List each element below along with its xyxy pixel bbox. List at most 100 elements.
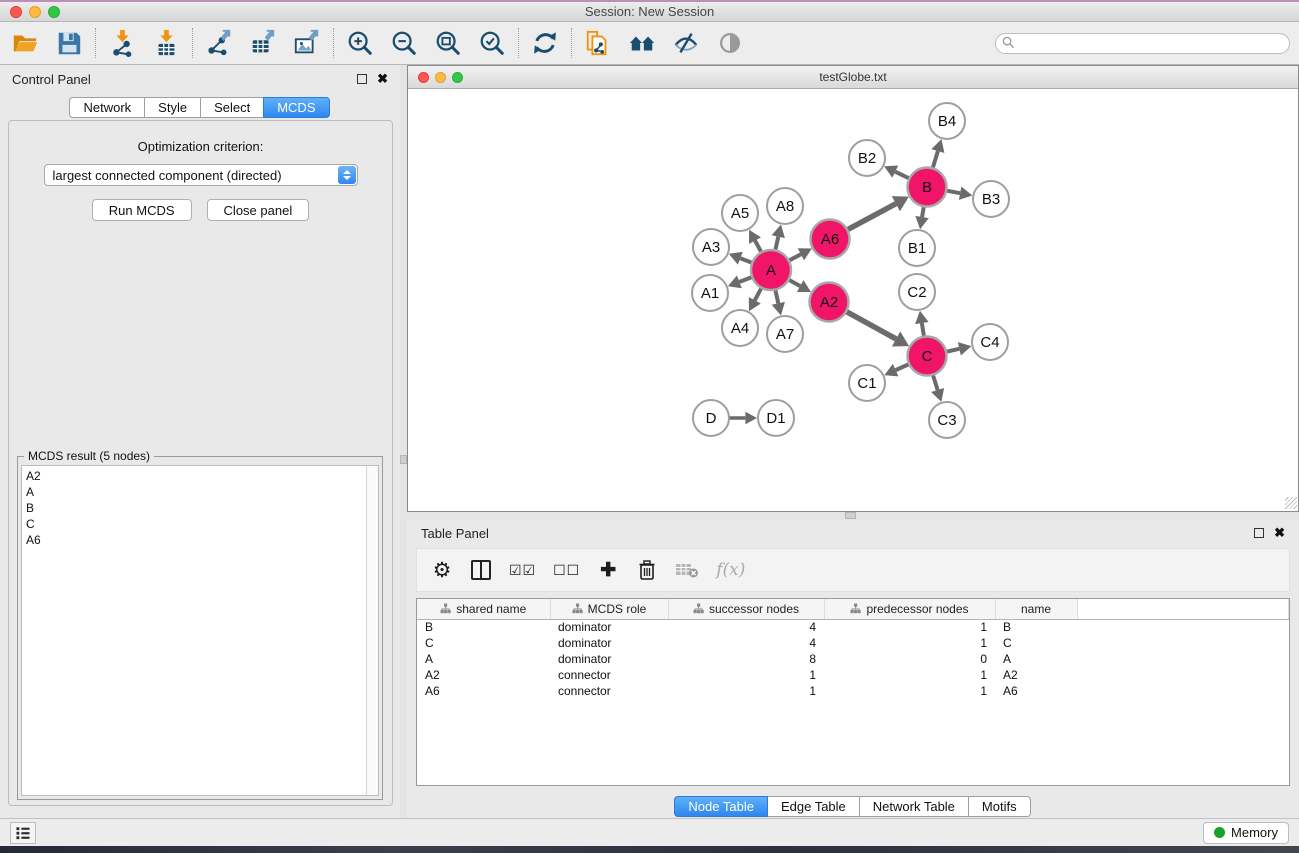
- refresh-button[interactable]: [529, 27, 561, 59]
- column-header-MCDS-role[interactable]: MCDS role: [550, 599, 668, 619]
- minimize-window-button[interactable]: [29, 6, 41, 18]
- tab-network-table[interactable]: Network Table: [859, 796, 969, 817]
- graph-node-A3[interactable]: A3: [693, 229, 729, 265]
- column-header-name[interactable]: name: [995, 599, 1077, 619]
- import-network-button[interactable]: [106, 27, 138, 59]
- show-panel-list-button[interactable]: [10, 822, 36, 844]
- edge-A-A6[interactable]: [789, 254, 801, 260]
- export-image-button[interactable]: [291, 27, 323, 59]
- graph-node-B3[interactable]: B3: [973, 181, 1009, 217]
- column-header-predecessor-nodes[interactable]: predecessor nodes: [824, 599, 995, 619]
- close-panel-icon[interactable]: ✖: [1274, 528, 1285, 538]
- table-cell[interactable]: dominator: [550, 619, 668, 635]
- table-cell[interactable]: 4: [668, 619, 824, 635]
- table-cell[interactable]: A6: [417, 683, 550, 699]
- tab-mcds[interactable]: MCDS: [263, 97, 329, 118]
- resize-grip-icon[interactable]: [1285, 497, 1297, 509]
- network-canvas[interactable]: B4B2BB3A8A5A6A3B1AC2A1A2A4A7C4CC1C3DD1: [408, 89, 1298, 510]
- table-cell[interactable]: 1: [824, 683, 995, 699]
- network-zoom-button[interactable]: [452, 72, 463, 83]
- table-cell[interactable]: dominator: [550, 651, 668, 667]
- edge-C-C3[interactable]: [933, 375, 938, 390]
- graph-node-C1[interactable]: C1: [849, 365, 885, 401]
- graph-node-A[interactable]: A: [751, 250, 791, 290]
- table-cell[interactable]: B: [417, 619, 550, 635]
- edge-A-A5[interactable]: [755, 241, 761, 253]
- edge-A-A3[interactable]: [740, 258, 752, 263]
- edge-A6-B[interactable]: [847, 204, 896, 230]
- result-list-item[interactable]: A2: [22, 468, 366, 484]
- float-panel-icon[interactable]: [1254, 528, 1264, 538]
- memory-button[interactable]: Memory: [1203, 822, 1289, 844]
- edge-A-A4[interactable]: [755, 288, 762, 301]
- tab-edge-table[interactable]: Edge Table: [767, 796, 860, 817]
- table-row[interactable]: A2connector11A2: [417, 667, 1289, 683]
- graph-node-C4[interactable]: C4: [972, 324, 1008, 360]
- edge-A-A8[interactable]: [775, 237, 778, 251]
- result-list-item[interactable]: A: [22, 484, 366, 500]
- home-network-button[interactable]: [626, 27, 658, 59]
- zoom-out-button[interactable]: [388, 27, 420, 59]
- edge-B-B2[interactable]: [895, 172, 909, 179]
- function-builder-button[interactable]: f(x): [716, 557, 745, 583]
- table-cell[interactable]: A2: [417, 667, 550, 683]
- edge-B-B3[interactable]: [946, 191, 960, 194]
- zoom-window-button[interactable]: [48, 6, 60, 18]
- table-row[interactable]: A6connector11A6: [417, 683, 1289, 699]
- delete-table-button[interactable]: [675, 557, 699, 583]
- network-minimize-button[interactable]: [435, 72, 446, 83]
- graph-node-C3[interactable]: C3: [929, 402, 965, 438]
- show-glyphs-button[interactable]: [714, 27, 746, 59]
- table-cell[interactable]: A2: [995, 667, 1077, 683]
- edge-C-C1[interactable]: [896, 364, 910, 370]
- divider-grip[interactable]: [400, 455, 407, 464]
- run-mcds-button[interactable]: Run MCDS: [92, 199, 192, 221]
- float-panel-icon[interactable]: [357, 74, 367, 84]
- graph-node-A7[interactable]: A7: [767, 316, 803, 352]
- open-session-button[interactable]: [9, 27, 41, 59]
- export-network-button[interactable]: [203, 27, 235, 59]
- graph-node-C2[interactable]: C2: [899, 274, 935, 310]
- hide-glyphs-button[interactable]: [670, 27, 702, 59]
- graph-node-A6[interactable]: A6: [811, 220, 850, 259]
- table-cell[interactable]: C: [995, 635, 1077, 651]
- result-list-item[interactable]: B: [22, 500, 366, 516]
- zoom-fit-button[interactable]: [432, 27, 464, 59]
- tab-style[interactable]: Style: [144, 97, 201, 118]
- edge-C-C4[interactable]: [946, 349, 959, 352]
- close-window-button[interactable]: [10, 6, 22, 18]
- column-header-successor-nodes[interactable]: successor nodes: [668, 599, 824, 619]
- delete-column-button[interactable]: [636, 557, 658, 583]
- graph-node-A8[interactable]: A8: [767, 188, 803, 224]
- import-table-button[interactable]: [150, 27, 182, 59]
- table-cell[interactable]: 8: [668, 651, 824, 667]
- table-row[interactable]: Bdominator41B: [417, 619, 1289, 635]
- network-close-button[interactable]: [418, 72, 429, 83]
- edge-A-A1[interactable]: [739, 277, 752, 282]
- create-column-button[interactable]: ✚: [597, 557, 619, 583]
- table-cell[interactable]: dominator: [550, 635, 668, 651]
- graph-node-B[interactable]: B: [908, 168, 947, 207]
- graph-node-B4[interactable]: B4: [929, 103, 965, 139]
- close-panel-icon[interactable]: ✖: [377, 74, 388, 84]
- graph-node-A2[interactable]: A2: [810, 283, 849, 322]
- result-list-scrollbar[interactable]: [366, 466, 378, 795]
- edge-B-B1[interactable]: [922, 206, 924, 217]
- search-input[interactable]: [995, 33, 1290, 54]
- table-cell[interactable]: 1: [824, 619, 995, 635]
- table-row[interactable]: Adominator80A: [417, 651, 1289, 667]
- new-network-from-selection-button[interactable]: [582, 27, 614, 59]
- table-cell[interactable]: C: [417, 635, 550, 651]
- table-cell[interactable]: connector: [550, 683, 668, 699]
- table-cell[interactable]: 4: [668, 635, 824, 651]
- vertical-split-divider[interactable]: [400, 65, 407, 818]
- show-columns-button[interactable]: [470, 557, 492, 583]
- edge-A2-C[interactable]: [846, 311, 896, 339]
- table-cell[interactable]: A6: [995, 683, 1077, 699]
- table-cell[interactable]: connector: [550, 667, 668, 683]
- table-cell[interactable]: 1: [824, 667, 995, 683]
- table-cell[interactable]: 0: [824, 651, 995, 667]
- graph-node-B2[interactable]: B2: [849, 140, 885, 176]
- graph-node-A4[interactable]: A4: [722, 310, 758, 346]
- deselect-all-columns-button[interactable]: ☐☐: [553, 557, 580, 583]
